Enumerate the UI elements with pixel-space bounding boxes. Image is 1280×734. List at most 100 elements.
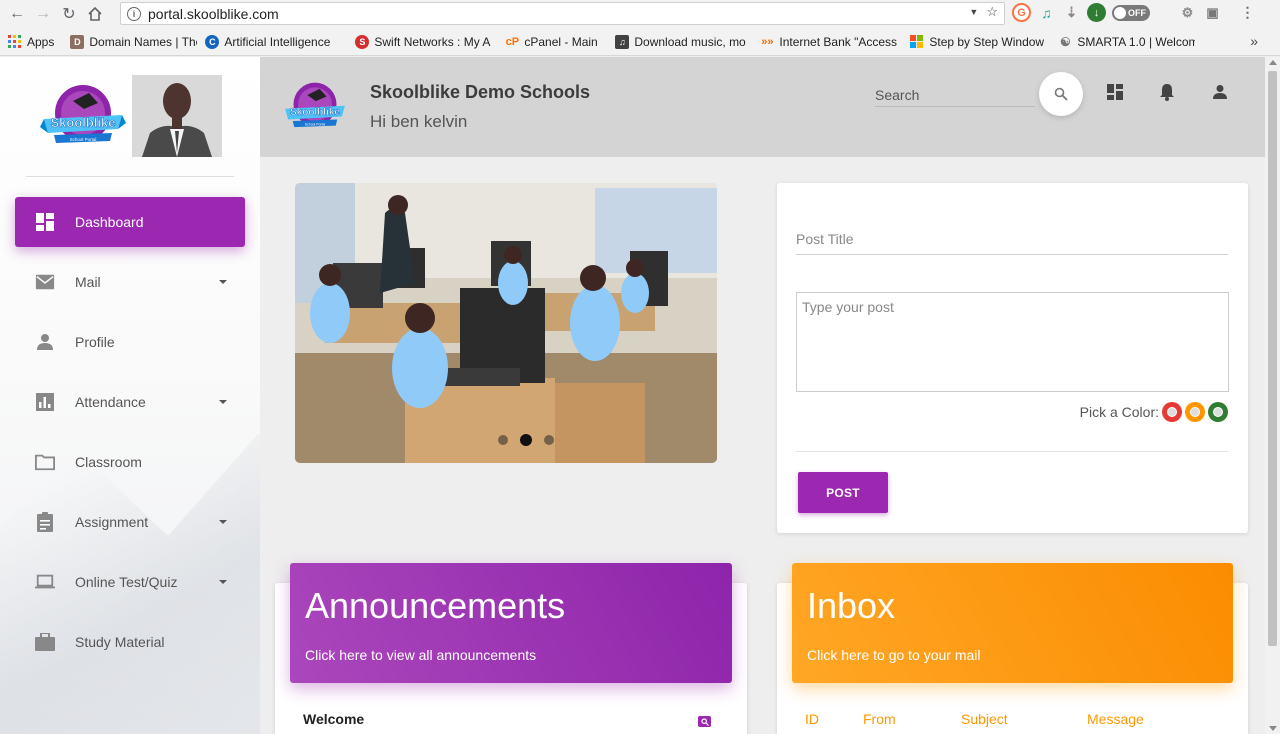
color-swatch-red[interactable] — [1162, 402, 1182, 422]
view-announcement-button[interactable] — [698, 716, 711, 727]
sidebar-menu: Dashboard Mail Profile Attendance Classr… — [15, 197, 245, 677]
announcements-link[interactable]: Click here to view all announcements — [305, 647, 717, 663]
dropdown-arrow-icon[interactable]: ▼ — [969, 7, 978, 20]
scroll-down-arrow-icon[interactable] — [1269, 726, 1277, 731]
ai-icon: C — [205, 34, 220, 49]
post-button[interactable]: POST — [798, 472, 888, 513]
sidebar-item-study-material[interactable]: Study Material — [15, 617, 245, 667]
info-icon[interactable]: i — [127, 6, 141, 21]
sidebar-item-dashboard[interactable]: Dashboard — [15, 197, 245, 247]
address-bar[interactable]: i portal.skoolblike.com ▼ ☆ — [120, 2, 1005, 25]
bookmark-cpanel[interactable]: cP cPanel - Main — [497, 35, 607, 49]
svg-text:Skoolblike: Skoolblike — [290, 107, 340, 118]
post-title-input[interactable] — [796, 223, 1228, 255]
svg-text:School Portal: School Portal — [70, 137, 97, 142]
sidebar-item-profile[interactable]: Profile — [15, 317, 245, 367]
carousel-dot[interactable] — [498, 435, 508, 445]
bookmark-download-music[interactable]: ♫ Download music, mo — [607, 34, 752, 49]
reload-icon[interactable]: ↻ — [56, 1, 82, 27]
apps-grid-icon — [8, 34, 22, 49]
image-carousel[interactable] — [295, 183, 717, 463]
dashboard-icon — [1107, 84, 1123, 100]
chevron-down-icon[interactable] — [219, 580, 227, 584]
chevron-down-icon[interactable] — [219, 280, 227, 284]
scroll-thumb[interactable] — [1268, 71, 1277, 646]
bookmark-star-icon[interactable]: ☆ — [986, 4, 998, 20]
extension-toggle[interactable]: OFF — [1112, 4, 1150, 21]
sidebar-item-mail[interactable]: Mail — [15, 257, 245, 307]
laptop-icon — [35, 572, 55, 592]
svg-text:Skoolblike: Skoolblike — [50, 115, 115, 130]
smarta-icon: ☯ — [1059, 34, 1071, 49]
back-arrow-icon[interactable]: ← — [4, 1, 30, 27]
inbox-link[interactable]: Click here to go to your mail — [807, 647, 1218, 663]
classroom-photo — [295, 183, 717, 463]
search-icon — [700, 717, 709, 726]
download-music-icon: ♫ — [615, 34, 630, 49]
puzzle-extension-icon[interactable]: ⚙ — [1178, 3, 1197, 22]
windows-icon — [910, 34, 924, 49]
menu-kebab-icon[interactable]: ⋮ — [1238, 3, 1257, 22]
color-swatch-green[interactable] — [1208, 402, 1228, 422]
inbox-col-from: From — [863, 711, 896, 727]
briefcase-icon — [35, 632, 55, 652]
folder-icon — [35, 452, 55, 472]
user-photo — [132, 75, 222, 157]
domain-icon: D — [70, 34, 85, 49]
page-scrollbar[interactable] — [1265, 57, 1280, 734]
header-school-logo: Skoolblike School Portal — [285, 82, 345, 128]
swift-icon: S — [355, 34, 370, 49]
more-bookmarks-icon[interactable]: » — [1250, 33, 1258, 49]
svg-text:School Portal: School Portal — [305, 123, 326, 127]
carousel-dot-active[interactable] — [520, 434, 532, 446]
sidebar-logo-area: Skoolblike School Portal — [40, 75, 230, 159]
post-card: Pick a Color: POST — [777, 183, 1248, 533]
headphones-extension-icon[interactable]: ♫ — [1037, 3, 1056, 22]
search-button[interactable] — [1039, 72, 1083, 116]
home-icon[interactable] — [82, 1, 108, 27]
inbox-header[interactable]: Inbox Click here to go to your mail — [792, 563, 1233, 683]
person-icon — [35, 332, 55, 352]
sidebar-divider — [26, 176, 234, 177]
bell-icon — [1160, 84, 1174, 101]
user-account-button[interactable] — [1209, 81, 1231, 103]
announcement-item-title[interactable]: Welcome — [303, 711, 364, 727]
sidebar-item-assignment[interactable]: Assignment — [15, 497, 245, 547]
inbox-title: Inbox — [807, 585, 896, 626]
forward-arrow-icon[interactable]: → — [30, 1, 56, 27]
dashboard-grid-button[interactable] — [1104, 81, 1126, 103]
notifications-button[interactable] — [1156, 81, 1178, 103]
bookmark-swift-networks[interactable]: S Swift Networks : My A — [347, 34, 497, 49]
bookmark-internet-bank[interactable]: »» Internet Bank "Access — [752, 35, 902, 49]
announcements-title: Announcements — [305, 585, 566, 626]
bookmark-artificial-intelligence[interactable]: C Artificial Intelligence — [197, 34, 347, 49]
bookmark-smarta[interactable]: ☯ SMARTA 1.0 | Welcom — [1050, 35, 1195, 49]
sidebar-item-online-test-quiz[interactable]: Online Test/Quiz — [15, 557, 245, 607]
post-body-textarea[interactable] — [796, 292, 1229, 392]
color-swatch-orange[interactable] — [1185, 402, 1205, 422]
search-input[interactable] — [875, 83, 1035, 107]
download-extension-icon[interactable]: ⇣ — [1062, 3, 1081, 22]
dashboard-icon — [35, 212, 55, 232]
bookmark-domain-names[interactable]: D Domain Names | The — [62, 34, 197, 49]
grammarly-extension-icon[interactable]: G — [1012, 3, 1031, 22]
cpanel-icon: cP — [505, 35, 520, 48]
page-header: Skoolblike School Portal Skoolblike Demo… — [260, 57, 1265, 157]
sidebar-item-attendance[interactable]: Attendance — [15, 377, 245, 427]
bookmark-apps[interactable]: Apps — [0, 34, 62, 49]
clipboard-icon — [35, 512, 55, 532]
chevron-down-icon[interactable] — [219, 520, 227, 524]
mail-icon — [35, 272, 55, 292]
person-icon — [1213, 85, 1227, 99]
inbox-col-message: Message — [1087, 711, 1144, 727]
bar-chart-icon — [35, 392, 55, 412]
sidebar-item-classroom[interactable]: Classroom — [15, 437, 245, 487]
green-download-icon[interactable]: ↓ — [1087, 3, 1106, 22]
announcements-header[interactable]: Announcements Click here to view all ann… — [290, 563, 732, 683]
url-text: portal.skoolblike.com — [148, 5, 279, 22]
scroll-up-arrow-icon[interactable] — [1269, 60, 1277, 65]
chevron-down-icon[interactable] — [219, 400, 227, 404]
bookmark-step-by-step-windows[interactable]: Step by Step Window — [902, 34, 1050, 49]
carousel-dot[interactable] — [544, 435, 554, 445]
camera-extension-icon[interactable]: ▣ — [1203, 3, 1222, 22]
